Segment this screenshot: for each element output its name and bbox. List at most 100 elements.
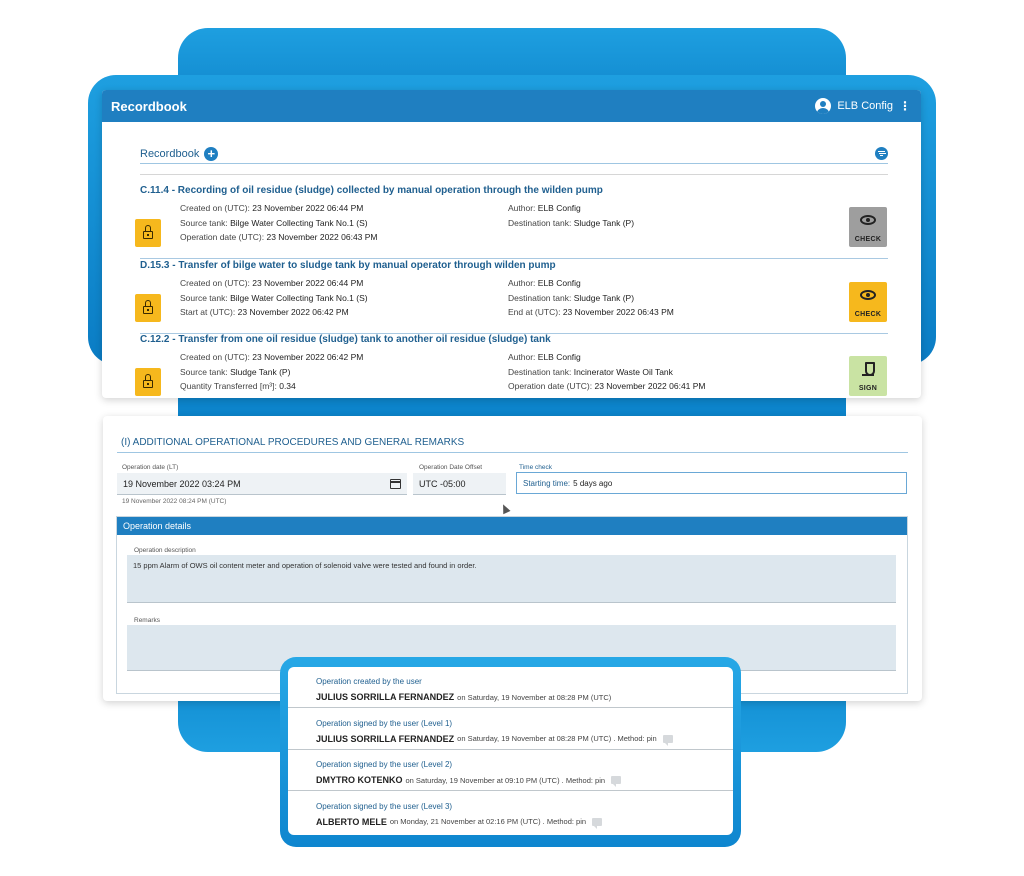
divider (140, 174, 888, 175)
pen-icon (862, 362, 875, 376)
unlock-icon (135, 368, 161, 396)
record-field: Start at (UTC): 23 November 2022 06:42 P… (180, 305, 368, 320)
field-key: Author: (508, 352, 536, 362)
record-field: Source tank: Bilge Water Collecting Tank… (180, 291, 368, 306)
user-name: DMYTRO KOTENKO (316, 775, 403, 785)
field-value: 23 November 2022 06:43 PM (266, 232, 378, 242)
add-record-icon[interactable]: + (204, 146, 219, 161)
record-title[interactable]: C.12.2 - Transfer from one oil residue (… (140, 334, 551, 345)
user-name: ALBERTO MELE (316, 816, 387, 827)
history-line: DMYTRO KOTENKO on Saturday, 19 November a… (316, 775, 622, 787)
field-value: Sludge Tank (P) (230, 366, 291, 377)
recordbook-window: Recordbook ELB Config ⋮ Recordbook + C.1… (102, 90, 921, 398)
operation-date-label: Operation date (LT) (122, 464, 179, 471)
field-key: Destination tank: (508, 217, 572, 228)
comment-icon[interactable] (611, 776, 622, 787)
record-field: Operation date (UTC): 23 November 2022 0… (180, 230, 378, 245)
history-detail: on Monday, 21 November at 02:16 PM (UTC)… (389, 817, 587, 826)
time-check-value: 5 days ago (573, 478, 613, 488)
history-detail: on Saturday, 19 November at 09:10 PM (UT… (405, 775, 606, 785)
offset-field[interactable]: UTC -05:00 (413, 473, 506, 495)
field-value: ELB Config (537, 352, 581, 362)
operation-date-value: 19 November 2022 03:24 PM (123, 478, 241, 489)
field-value: 23 November 2022 06:43 PM (562, 307, 674, 317)
history-entry: Operation signed by the user (Level 2) DM… (288, 750, 733, 791)
record-details-left: Created on (UTC): 23 November 2022 06:42… (180, 350, 363, 394)
field-key: Start at (UTC): (180, 307, 236, 317)
record-field: Operation date (UTC): 23 November 2022 0… (508, 379, 706, 394)
history-line: JULIUS SORRILLA FERNANDEZ on Saturday, 19… (316, 692, 611, 702)
eye-icon (860, 290, 876, 300)
field-key: Source tank: (180, 292, 228, 303)
record-field: Source tank: Sludge Tank (P) (180, 365, 363, 380)
field-key: Created on (UTC): (180, 352, 250, 362)
description-input[interactable]: 15 ppm Alarm of OWS oil content meter an… (127, 555, 896, 603)
sign-button[interactable]: SIGN (849, 356, 887, 396)
record-title[interactable]: C.11.4 - Recording of oil residue (sludg… (140, 185, 603, 196)
history-detail: on Saturday, 19 November at 08:28 PM (UT… (457, 734, 657, 743)
unlock-icon (135, 219, 161, 247)
field-key: Quantity Transferred [m³]: (180, 381, 277, 391)
record-field: Source tank: Bilge Water Collecting Tank… (180, 216, 378, 231)
description-label: Operation description (134, 547, 196, 554)
record-details-left: Created on (UTC): 23 November 2022 06:44… (180, 276, 368, 320)
field-key: Operation date (UTC): (508, 381, 593, 391)
field-key: Created on (UTC): (180, 278, 250, 288)
record-item[interactable]: C.11.4 - Recording of oil residue (sludg… (135, 185, 888, 259)
field-key: Operation date (UTC): (180, 232, 265, 242)
app-bar: Recordbook ELB Config ⋮ (102, 90, 921, 122)
operation-details-header: Operation details (117, 517, 907, 535)
section-divider (117, 452, 908, 453)
history-label: Operation signed by the user (Level 2) (316, 760, 453, 769)
calendar-icon[interactable] (390, 479, 401, 489)
field-value: 23 November 2022 06:44 PM (252, 278, 364, 288)
record-field: Destination tank: Sludge Tank (P) (508, 291, 674, 306)
field-key: Destination tank: (508, 366, 572, 377)
field-key: Author: (508, 203, 536, 213)
check-button[interactable]: CHECK (849, 282, 887, 322)
record-title[interactable]: D.15.3 - Transfer of bilge water to slud… (140, 260, 556, 271)
comment-icon[interactable] (592, 817, 603, 829)
filter-icon[interactable] (875, 147, 888, 160)
user-avatar-icon (815, 98, 832, 114)
history-label: Operation signed by the user (Level 3) (316, 801, 453, 811)
history-line: ALBERTO MELE on Monday, 21 November at 02… (316, 816, 603, 829)
field-value: 23 November 2022 06:44 PM (252, 203, 364, 213)
user-name: ELB Config (837, 100, 893, 112)
record-field: Author: ELB Config (508, 350, 706, 365)
record-item[interactable]: C.12.2 - Transfer from one oil residue (… (135, 334, 888, 398)
check-button[interactable]: CHECK (849, 207, 887, 247)
operation-date-field[interactable]: 19 November 2022 03:24 PM (117, 473, 407, 495)
record-field: Author: ELB Config (508, 276, 674, 291)
action-label: CHECK (854, 311, 882, 318)
user-name: JULIUS SORRILLA FERNANDEZ (316, 733, 455, 744)
mouse-cursor-icon (499, 502, 511, 515)
record-details-right: Author: ELB Config Destination tank: Inci… (508, 350, 706, 394)
record-field: Destination tank: Incinerator Waste Oil … (508, 365, 706, 380)
record-field: Quantity Transferred [m³]: 0.34 (180, 379, 363, 394)
field-key: Destination tank: (508, 292, 572, 303)
more-options-icon[interactable]: ⋮ (899, 100, 911, 112)
field-value: ELB Config (537, 203, 581, 213)
operation-date-utc-hint: 19 November 2022 08:24 PM (UTC) (122, 498, 227, 505)
history-panel: Operation created by the user JULIUS SORR… (288, 667, 733, 835)
time-check-field: Starting time: 5 days ago (516, 472, 907, 494)
field-key: Author: (508, 278, 536, 288)
comment-icon[interactable] (662, 734, 673, 746)
field-value: Sludge Tank (P) (573, 217, 635, 228)
time-check-key: Starting time: (523, 478, 571, 488)
record-item[interactable]: D.15.3 - Transfer of bilge water to slud… (135, 260, 888, 334)
field-value: ELB Config (537, 278, 581, 288)
time-check-label: Time check (519, 464, 552, 471)
field-value: Bilge Water Collecting Tank No.1 (S) (230, 292, 368, 303)
offset-value: UTC -05:00 (419, 478, 466, 489)
field-value: 23 November 2022 06:42 PM (237, 307, 349, 317)
history-entry: Operation created by the user JULIUS SORR… (288, 667, 733, 708)
field-key: Source tank: (180, 217, 228, 228)
user-menu[interactable]: ELB Config ⋮ (815, 98, 911, 114)
record-field: Created on (UTC): 23 November 2022 06:44… (180, 276, 368, 291)
record-field: Destination tank: Sludge Tank (P) (508, 216, 634, 231)
field-key: End at (UTC): (508, 307, 561, 317)
user-name: JULIUS SORRILLA FERNANDEZ (316, 692, 455, 702)
offset-label: Operation Date Offset (419, 464, 483, 471)
